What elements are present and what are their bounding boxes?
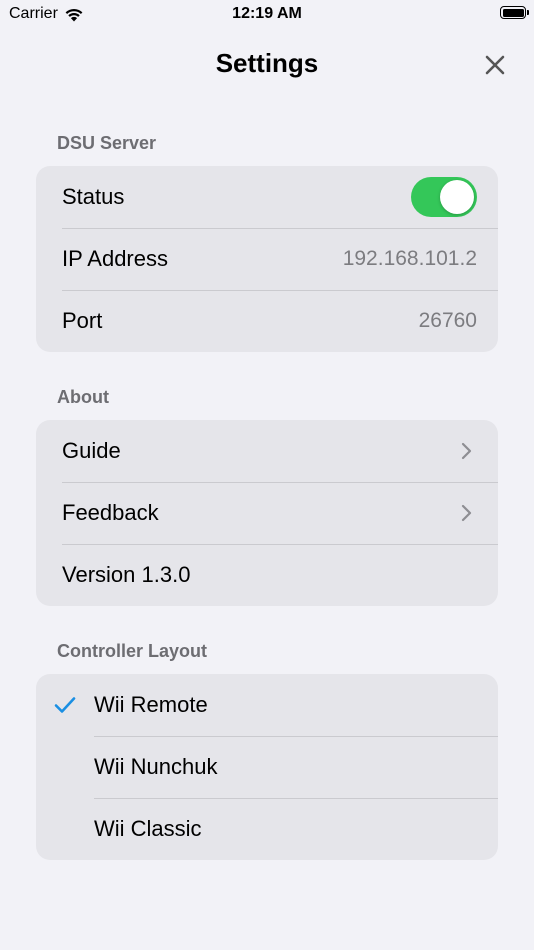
port-row: Port 26760 [36,290,498,352]
version-row: Version 1.3.0 [36,544,498,606]
status-toggle[interactable] [411,177,477,217]
port-label: Port [62,308,103,333]
toggle-knob [440,180,474,214]
section-header-about: About [57,387,109,407]
ip-address-label: IP Address [62,246,168,271]
about-group: Guide Feedback Version 1.3.0 [36,420,498,606]
status-label: Status [62,184,125,209]
controller-layout-group: Wii Remote Wii Nunchuk Wii Classic [36,674,498,860]
guide-row[interactable]: Guide [36,420,498,482]
chevron-right-icon [461,504,472,522]
guide-label: Guide [62,438,121,463]
option-label: Wii Remote [94,692,208,717]
option-wii-nunchuk[interactable]: Wii Nunchuk [36,736,498,798]
section-header-dsu-server: DSU Server [57,133,157,153]
page-title: Settings [215,48,319,78]
dsu-server-group: Status IP Address 192.168.101.2 Port 267… [36,166,498,352]
ip-address-value: 192.168.101.2 [342,247,477,270]
feedback-label: Feedback [62,500,159,525]
status-row: Status [36,166,498,228]
version-label: Version 1.3.0 [62,562,191,587]
battery-level [502,8,524,17]
status-bar: Carrier 12:19 AM [0,0,534,30]
battery-tip [527,10,529,15]
option-wii-remote[interactable]: Wii Remote [36,674,498,736]
battery-icon [500,6,529,19]
close-button[interactable] [480,50,510,80]
checkmark-icon [54,697,76,713]
option-wii-classic[interactable]: Wii Classic [36,798,498,860]
status-time: 12:19 AM [232,5,302,22]
option-label: Wii Classic [94,816,202,841]
option-label: Wii Nunchuk [94,754,218,779]
port-value: 26760 [418,309,477,332]
section-header-controller-layout: Controller Layout [57,641,208,661]
close-icon [485,55,505,75]
feedback-row[interactable]: Feedback [36,482,498,544]
chevron-right-icon [461,442,472,460]
ip-address-row: IP Address 192.168.101.2 [36,228,498,290]
